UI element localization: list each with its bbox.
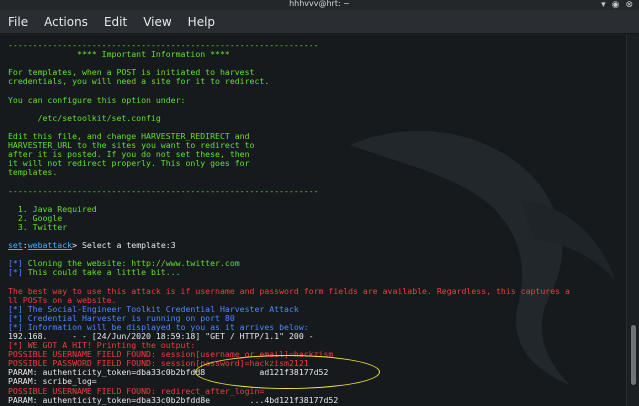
terminal-line: 3. Twitter [8, 221, 622, 232]
terminal-lines: ----------------------------------------… [8, 40, 622, 406]
terminal-line: **** Important Information **** [8, 50, 622, 59]
terminal-output[interactable]: ----------------------------------------… [0, 35, 626, 406]
menu-file[interactable]: File [8, 15, 28, 29]
terminal-text: [*] [8, 267, 28, 278]
terminal-line: 1. Java Required [8, 204, 622, 214]
terminal-line: set:webattack> Select a template:3 [8, 241, 622, 250]
terminal-text: ----------------------------------------… [8, 185, 319, 196]
terminal-text: This could take a little bit... [27, 267, 181, 278]
terminal-line: credentials, you will need a site for it… [8, 77, 622, 86]
terminal-line: 2. Google [8, 213, 622, 223]
terminal-text: set [8, 240, 23, 251]
menubar: File Actions Edit View Help [0, 10, 639, 34]
menu-actions[interactable]: Actions [44, 15, 88, 29]
terminal-line: ----------------------------------------… [8, 185, 622, 196]
terminal-line: You can configure this option under: [8, 94, 622, 105]
terminal-text: You can configure this option under: [8, 94, 186, 105]
terminal-text: credentials, you will need a site for it… [8, 76, 270, 87]
terminal-line: [*] This could take a little bit... [8, 268, 622, 277]
terminal-line: /etc/setoolkit/set.config [8, 112, 622, 123]
terminal-text: > Select a template:3 [72, 240, 176, 251]
terminal-line: it will not redirect properly. This only… [8, 159, 622, 168]
terminal-line: PARAM: authenticity_token=dba33c0b2bfdd8… [8, 368, 622, 377]
maximize-icon[interactable]: ◉ [612, 0, 620, 10]
minimize-icon[interactable]: ▾ [601, 0, 606, 10]
window-titlebar: hhhvvv@hrt: ~ ▾ ◉ ⊗ [0, 0, 639, 10]
close-icon[interactable]: ⊗ [625, 0, 633, 10]
menu-help[interactable]: Help [188, 15, 215, 29]
menu-edit[interactable]: Edit [104, 15, 127, 29]
window-title: hhhvvv@hrt: ~ [289, 0, 350, 8]
menu-view[interactable]: View [143, 15, 171, 29]
terminal-text: webattack [27, 240, 73, 251]
terminal-text: /etc/setoolkit/set.config [8, 112, 161, 123]
scrollbar[interactable] [626, 35, 639, 406]
terminal-text: templates. [8, 167, 58, 178]
terminal-text: 3. Twitter [8, 221, 68, 232]
terminal-line: templates. [8, 168, 622, 177]
window-controls: ▾ ◉ ⊗ [601, 0, 633, 10]
scrollbar-thumb[interactable] [631, 325, 636, 385]
terminal-text: **** Important Information **** [8, 49, 230, 60]
